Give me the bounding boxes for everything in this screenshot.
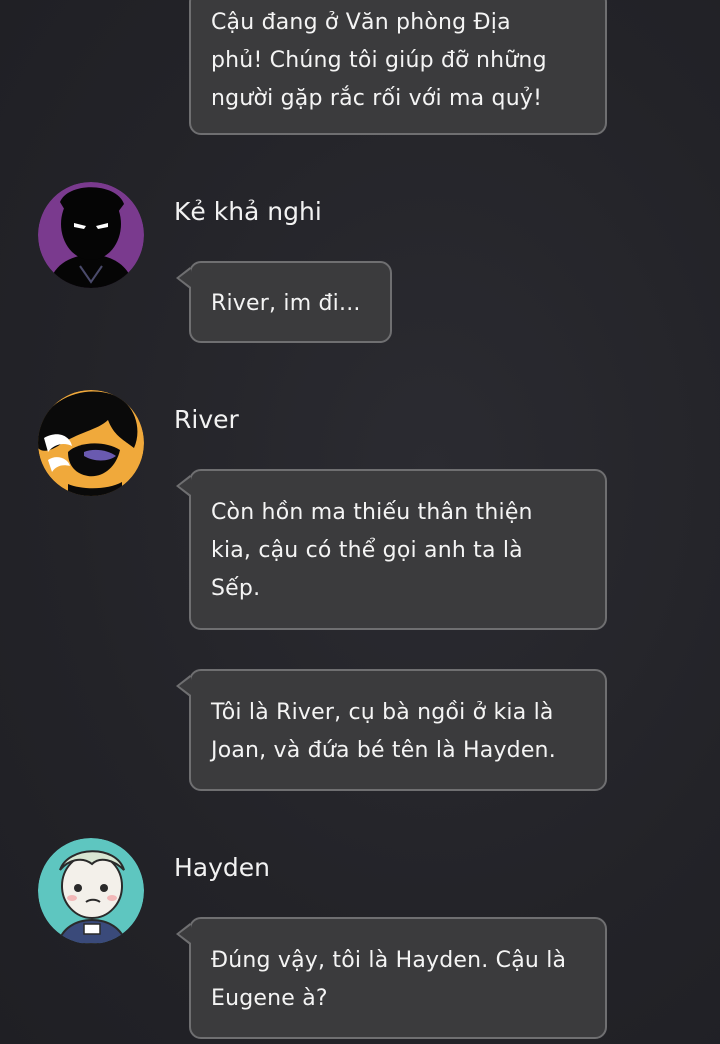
river-avatar-icon xyxy=(38,390,144,496)
message-text: Tôi là River, cụ bà ngồi ở kia là Joan, … xyxy=(211,700,556,763)
message-bubble: Cậu đang ở Văn phòng Địa phủ! Chúng tôi … xyxy=(189,0,607,135)
sender-name: Hayden xyxy=(174,853,271,882)
sender-avatar[interactable] xyxy=(38,390,144,496)
shadow-figure-avatar-icon xyxy=(38,182,144,288)
message-bubble: Tôi là River, cụ bà ngồi ở kia là Joan, … xyxy=(176,669,607,791)
message-text: River, im đi... xyxy=(211,291,361,316)
chat-screen: Cậu đang ở Văn phòng Địa phủ! Chúng tôi … xyxy=(0,0,720,1044)
message-bubble: Còn hồn ma thiếu thân thiện kia, cậu có … xyxy=(176,469,607,630)
message-bubble: Đúng vậy, tôi là Hayden. Cậu là Eugene à… xyxy=(176,917,607,1039)
message-text: Đúng vậy, tôi là Hayden. Cậu là Eugene à… xyxy=(211,948,567,1011)
sender-avatar[interactable] xyxy=(38,182,144,288)
message-text: Còn hồn ma thiếu thân thiện kia, cậu có … xyxy=(211,500,533,601)
sender-avatar[interactable] xyxy=(38,838,144,944)
message-text: Cậu đang ở Văn phòng Địa phủ! Chúng tôi … xyxy=(211,10,547,111)
sender-name: Kẻ khả nghi xyxy=(174,197,322,226)
sender-name: River xyxy=(174,405,239,434)
hayden-avatar-icon xyxy=(38,838,144,944)
message-bubble: River, im đi... xyxy=(176,261,392,343)
